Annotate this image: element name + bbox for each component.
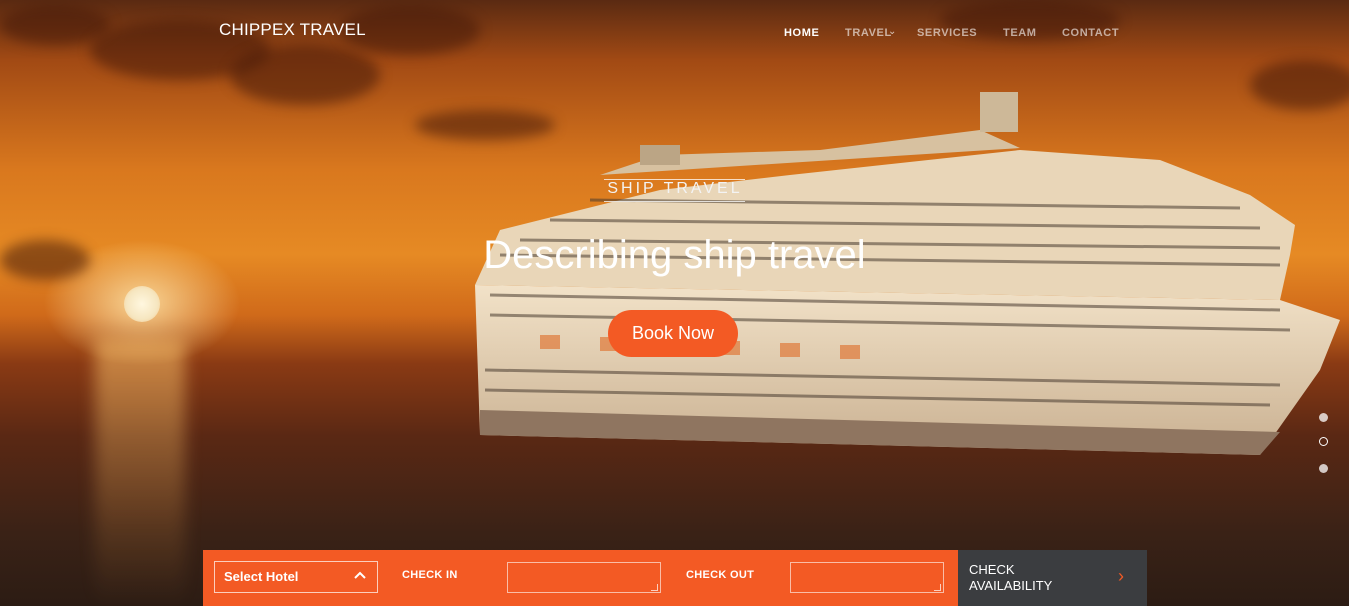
nav-services[interactable]: SERVICES [917, 27, 977, 39]
nav-home[interactable]: HOME [784, 27, 819, 39]
slider-dot-3[interactable] [1319, 464, 1328, 473]
booking-bar: Select Hotel CHECK IN CHECK OUT CHECK AV… [203, 550, 1147, 606]
hero-kicker-wrap: SHIP TRAVEL [0, 179, 1349, 202]
sun [124, 286, 160, 322]
cloud [0, 5, 110, 45]
slider-dot-1[interactable] [1319, 413, 1328, 422]
check-in-label: CHECK IN [402, 569, 458, 581]
check-availability-label: CHECK AVAILABILITY [969, 562, 1053, 593]
brand-logo[interactable]: CHIPPEX TRAVEL [219, 20, 366, 40]
check-out-input[interactable] [790, 562, 944, 593]
check-availability-button[interactable]: CHECK AVAILABILITY › [958, 550, 1147, 606]
resize-handle-icon[interactable] [934, 584, 941, 591]
hero-headline: Describing ship travel [483, 233, 866, 277]
hero-kicker: SHIP TRAVEL [604, 179, 745, 202]
select-hotel-dropdown[interactable]: Select Hotel [214, 561, 378, 593]
chevron-down-icon[interactable]: ⌄ [888, 26, 896, 37]
check-out-label: CHECK OUT [686, 569, 755, 581]
check-in-input[interactable] [507, 562, 661, 593]
hero-background [0, 0, 1349, 606]
nav-travel[interactable]: TRAVEL [845, 27, 892, 39]
select-hotel-label: Select Hotel [224, 569, 299, 584]
sun-reflection [95, 340, 185, 606]
nav-team[interactable]: TEAM [1003, 27, 1037, 39]
chevron-up-icon [354, 571, 366, 579]
slider-dot-2[interactable] [1319, 437, 1328, 446]
cloud [230, 45, 380, 105]
book-now-button[interactable]: Book Now [608, 310, 738, 357]
chevron-right-icon: › [1118, 566, 1124, 586]
nav-contact[interactable]: CONTACT [1062, 27, 1119, 39]
resize-handle-icon[interactable] [651, 584, 658, 591]
